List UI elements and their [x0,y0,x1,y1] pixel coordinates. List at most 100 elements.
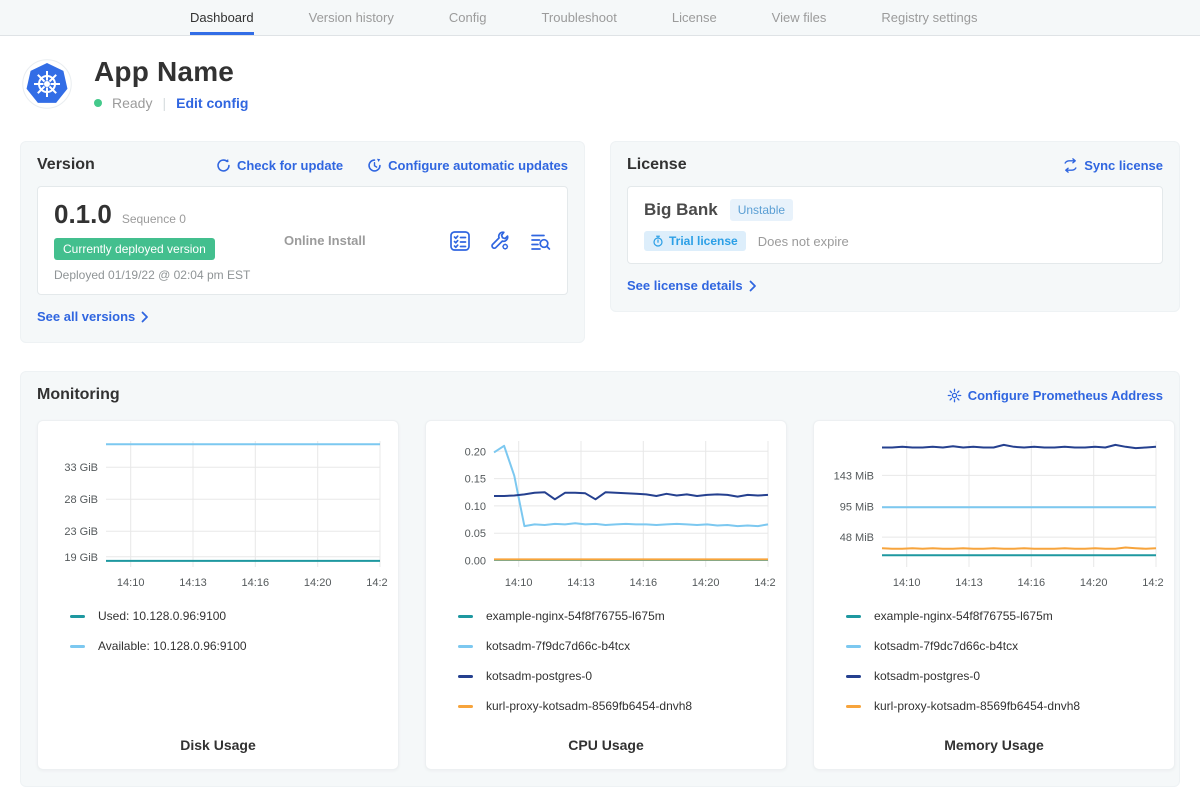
license-card: License Sync license Big Bank Unstable [610,141,1180,312]
page-title: App Name [94,56,248,88]
chart-plot: 33 GiB28 GiB23 GiB19 GiB14:1014:1314:161… [48,433,388,593]
legend-swatch [458,675,473,678]
legend-item: kurl-proxy-kotsadm-8569fb6454-dnvh8 [458,699,776,713]
svg-text:14:10: 14:10 [505,577,533,589]
svg-text:14:23: 14:23 [366,577,388,589]
cpu-usage-chart-card: 0.200.150.100.050.0014:1014:1314:1614:20… [425,420,787,770]
kubernetes-logo [22,59,72,109]
customer-name: Big Bank [644,200,718,220]
expiry-label: Does not expire [758,234,849,249]
legend-label: Available: 10.128.0.96:9100 [98,639,247,653]
install-type-label: Online Install [272,233,449,248]
trial-license-badge: Trial license [644,231,746,251]
legend-swatch [70,645,85,648]
svg-text:19 GiB: 19 GiB [64,552,98,564]
legend-swatch [70,615,85,618]
legend-label: kurl-proxy-kotsadm-8569fb6454-dnvh8 [486,699,692,713]
tab-troubleshoot[interactable]: Troubleshoot [541,0,616,35]
tab-version-history[interactable]: Version history [309,0,394,35]
legend-item: kotsadm-7f9dc7d66c-b4tcx [846,639,1164,653]
check-for-update-link[interactable]: Check for update [216,158,343,173]
configure-prometheus-link[interactable]: Configure Prometheus Address [947,388,1163,403]
legend-label: kotsadm-7f9dc7d66c-b4tcx [486,639,630,653]
cards-row: Version Check for update Configure autom… [0,141,1200,343]
svg-text:14:13: 14:13 [179,577,207,589]
tab-config[interactable]: Config [449,0,487,35]
see-license-details-link[interactable]: See license details [627,278,757,293]
legend-item: kotsadm-postgres-0 [846,669,1164,683]
legend-item: kurl-proxy-kotsadm-8569fb6454-dnvh8 [846,699,1164,713]
configure-automatic-updates-link[interactable]: Configure automatic updates [367,158,568,173]
svg-text:14:20: 14:20 [304,577,332,589]
legend-swatch [846,615,861,618]
legend-label: kotsadm-7f9dc7d66c-b4tcx [874,639,1018,653]
edit-config-link[interactable]: Edit config [176,95,248,111]
chevron-right-icon [141,311,149,323]
gear-icon [947,388,962,403]
legend-swatch [458,705,473,708]
legend-label: kotsadm-postgres-0 [874,669,980,683]
cpu-usage-plot: 0.200.150.100.050.0014:1014:1314:1614:20… [436,433,776,593]
disk-usage-plot: 33 GiB28 GiB23 GiB19 GiB14:1014:1314:161… [48,433,388,593]
charts-row: 33 GiB28 GiB23 GiB19 GiB14:1014:1314:161… [37,420,1163,770]
svg-text:14:23: 14:23 [1142,577,1164,589]
disk-usage-title: Disk Usage [48,729,388,753]
status-dot [94,99,102,107]
legend-swatch [458,615,473,618]
svg-text:0.20: 0.20 [465,446,486,458]
svg-text:48 MiB: 48 MiB [840,532,874,544]
view-logs-icon[interactable] [529,230,551,252]
refresh-icon [216,158,231,173]
legend-swatch [846,705,861,708]
chart-plot: 143 MiB95 MiB48 MiB14:1014:1314:1614:201… [824,433,1164,593]
version-card: Version Check for update Configure autom… [20,141,585,343]
tab-view-files[interactable]: View files [772,0,827,35]
legend-swatch [846,645,861,648]
sync-license-link[interactable]: Sync license [1063,158,1163,173]
svg-text:14:13: 14:13 [567,577,595,589]
svg-text:14:16: 14:16 [1018,577,1046,589]
legend-swatch [846,675,861,678]
top-nav: Dashboard Version history Config Trouble… [0,0,1200,36]
svg-text:143 MiB: 143 MiB [834,470,874,482]
disk-usage-chart-card: 33 GiB28 GiB23 GiB19 GiB14:1014:1314:161… [37,420,399,770]
channel-badge: Unstable [730,199,793,221]
deployed-timestamp: Deployed 01/19/22 @ 02:04 pm EST [54,268,272,282]
cpu-usage-title: CPU Usage [436,729,776,753]
svg-text:14:20: 14:20 [1080,577,1108,589]
sequence-label: Sequence 0 [122,212,186,226]
version-number: 0.1.0 [54,199,112,230]
sync-icon [1063,158,1078,173]
svg-text:0.15: 0.15 [465,474,486,486]
svg-text:14:16: 14:16 [242,577,270,589]
legend-label: Used: 10.128.0.96:9100 [98,609,226,623]
chart-plot: 0.200.150.100.050.0014:1014:1314:1614:20… [436,433,776,593]
disk-usage-legend: Used: 10.128.0.96:9100 Available: 10.128.… [48,609,388,669]
schedule-update-icon [367,158,382,173]
monitoring-title: Monitoring [37,386,120,404]
memory-usage-plot: 143 MiB95 MiB48 MiB14:1014:1314:1614:201… [824,433,1164,593]
svg-text:14:16: 14:16 [630,577,658,589]
svg-text:14:20: 14:20 [692,577,720,589]
divider: | [162,95,166,111]
memory-usage-title: Memory Usage [824,729,1164,753]
svg-text:0.10: 0.10 [465,501,486,513]
memory-usage-chart-card: 143 MiB95 MiB48 MiB14:1014:1314:1614:201… [813,420,1175,770]
legend-item: example-nginx-54f8f76755-l675m [846,609,1164,623]
legend-item: example-nginx-54f8f76755-l675m [458,609,776,623]
tab-dashboard[interactable]: Dashboard [190,0,254,35]
legend-swatch [458,645,473,648]
config-wrench-icon[interactable] [489,230,511,252]
memory-usage-legend: example-nginx-54f8f76755-l675m kotsadm-7f… [824,609,1164,729]
license-detail-card: Big Bank Unstable Trial license Does not… [627,186,1163,264]
tab-license[interactable]: License [672,0,717,35]
tab-registry-settings[interactable]: Registry settings [881,0,977,35]
svg-text:14:10: 14:10 [893,577,921,589]
preflight-checks-icon[interactable] [449,230,471,252]
svg-text:28 GiB: 28 GiB [64,494,98,506]
legend-item: kotsadm-7f9dc7d66c-b4tcx [458,639,776,653]
see-all-versions-link[interactable]: See all versions [37,309,149,324]
app-header: App Name Ready | Edit config [0,36,1200,111]
legend-item: kotsadm-postgres-0 [458,669,776,683]
license-card-title: License [627,156,687,174]
